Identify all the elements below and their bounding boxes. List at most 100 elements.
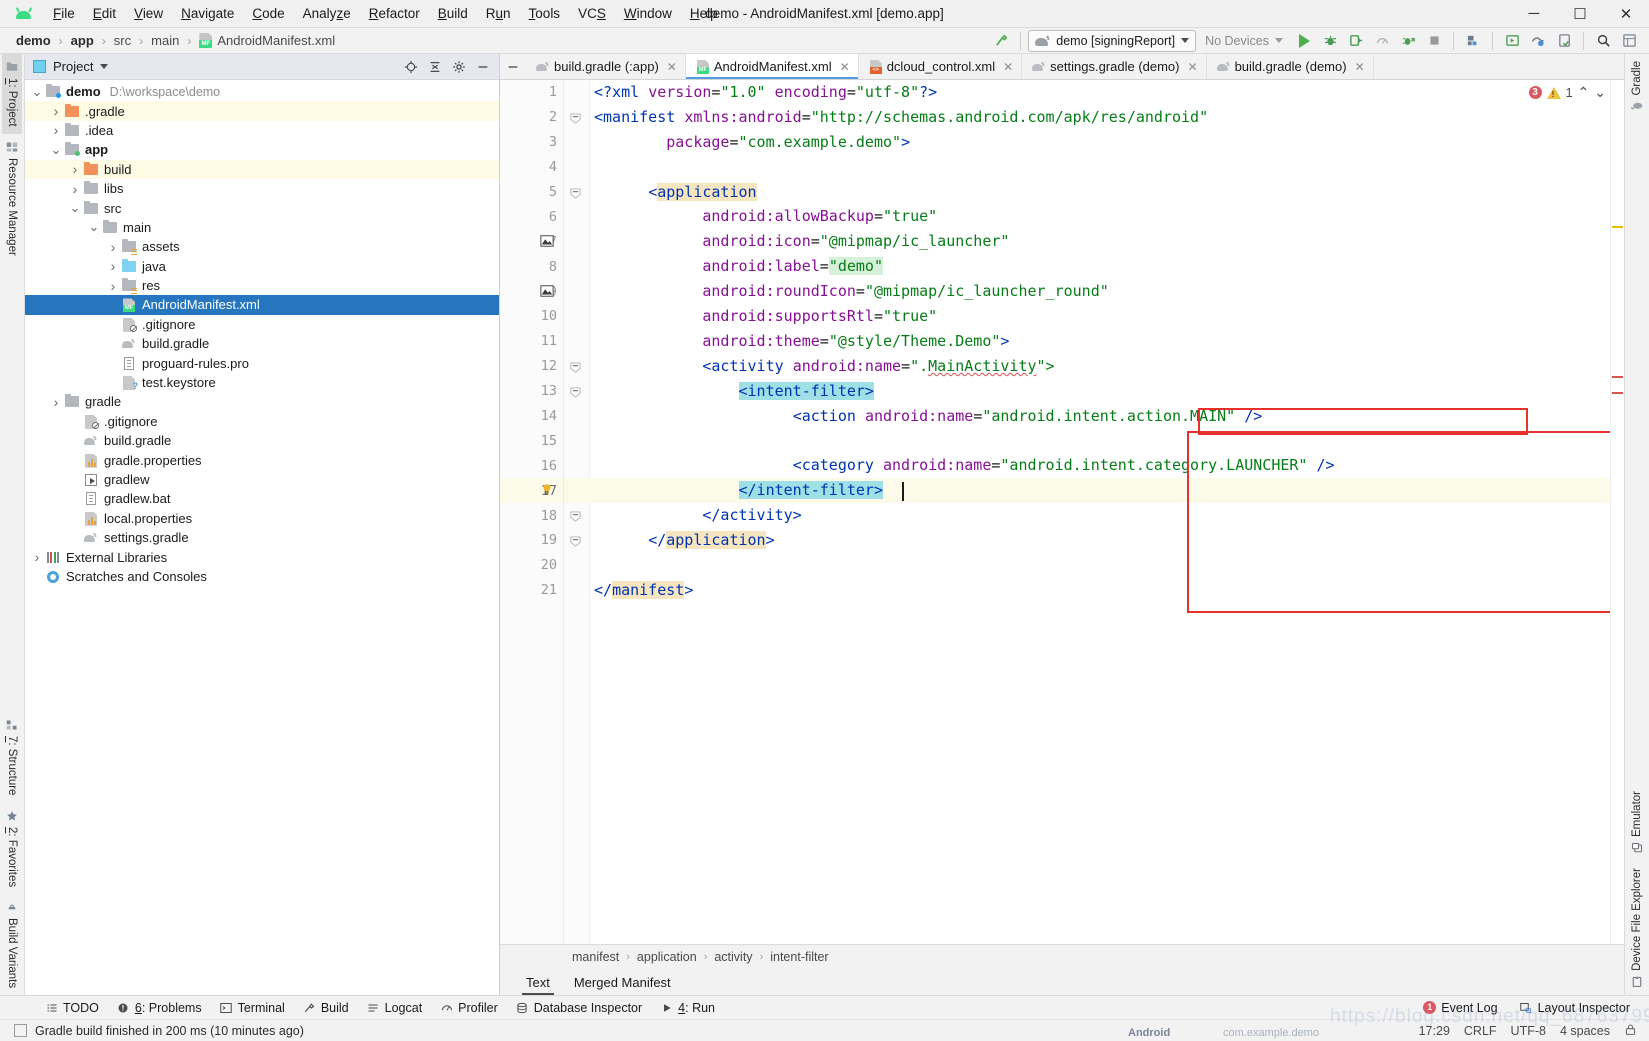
bottom-tool-database-inspector[interactable]: Database Inspector — [507, 998, 651, 1018]
tree-node-src[interactable]: ⌄ src — [25, 198, 499, 217]
menu-code[interactable]: Code — [243, 2, 293, 25]
tree-node--gitignore[interactable]: .gitignore — [25, 412, 499, 431]
code-line-10[interactable]: android:supportsRtl="true" — [564, 304, 1610, 329]
menu-analyze[interactable]: Analyze — [294, 2, 360, 25]
code-line-16[interactable]: <category android:name="android.intent.c… — [564, 453, 1610, 478]
inspection-widget[interactable]: 3 3 1 ⌃ ⌄ — [1528, 84, 1606, 101]
tree-node-demo[interactable]: ⌄ demo D:\workspace\demo — [25, 82, 499, 101]
profile-button[interactable] — [1370, 30, 1394, 52]
breadcrumb-item-src[interactable]: src — [112, 33, 133, 48]
avd-manager-button[interactable] — [1500, 30, 1524, 52]
maximize-button[interactable]: ☐ — [1557, 0, 1603, 28]
run-button[interactable] — [1292, 30, 1316, 52]
search-button[interactable] — [1591, 30, 1615, 52]
file-encoding[interactable]: UTF-8 — [1511, 1024, 1546, 1038]
device-selector[interactable]: No Devices — [1198, 30, 1290, 52]
line-number-1[interactable]: 1 — [500, 80, 563, 105]
menu-refactor[interactable]: Refactor — [360, 2, 429, 25]
xml-breadcrumb-application[interactable]: application — [637, 950, 697, 964]
editor-view-tab-merged-manifest[interactable]: Merged Manifest — [562, 969, 683, 995]
chevron-right-icon[interactable]: › — [105, 278, 121, 294]
chevron-down-icon[interactable]: ⌄ — [29, 85, 45, 98]
code-line-1[interactable]: <?xml version="1.0" encoding="utf-8"?> — [564, 80, 1610, 105]
bottom-tool-4-run[interactable]: 4: Run — [651, 998, 724, 1018]
menu-edit[interactable]: Edit — [84, 2, 125, 25]
chevron-right-icon[interactable]: › — [48, 122, 64, 138]
tool-window-tab-gradle[interactable]: Gradle — [1627, 54, 1647, 120]
line-number-3[interactable]: 3 — [500, 130, 563, 155]
code-line-20[interactable] — [564, 553, 1610, 578]
breadcrumb-item-demo[interactable]: demo — [14, 33, 53, 48]
locate-icon[interactable] — [401, 57, 421, 77]
editor-tab-settings-gradle-demo-[interactable]: settings.gradle (demo) ✕ — [1022, 54, 1207, 79]
line-separator[interactable]: CRLF — [1464, 1024, 1497, 1038]
line-number-7[interactable]: 7 — [500, 229, 563, 254]
line-number-16[interactable]: 16 — [500, 453, 563, 478]
tree-node-java[interactable]: › java — [25, 257, 499, 276]
line-number-15[interactable]: 15 — [500, 428, 563, 453]
tree-node-settings-gradle[interactable]: settings.gradle — [25, 528, 499, 547]
code-line-9[interactable]: android:roundIcon="@mipmap/ic_launcher_r… — [564, 279, 1610, 304]
line-number-5[interactable]: 5 — [500, 180, 563, 205]
line-number-6[interactable]: 6 — [500, 204, 563, 229]
chevron-down-icon[interactable]: ⌄ — [86, 220, 102, 233]
chevron-right-icon[interactable]: › — [105, 239, 121, 255]
breadcrumb-item-app[interactable]: app — [69, 33, 96, 48]
editor-tab-dcloud-control-xml[interactable]: <> dcloud_control.xml ✕ — [858, 54, 1023, 79]
close-tab-icon[interactable]: ✕ — [1188, 60, 1198, 74]
line-number-12[interactable]: 12 — [500, 354, 563, 379]
menu-window[interactable]: Window — [615, 2, 681, 25]
bottom-tool-profiler[interactable]: Profiler — [431, 998, 507, 1018]
hide-icon[interactable] — [473, 57, 493, 77]
tree-node--idea[interactable]: › .idea — [25, 121, 499, 140]
debug-button[interactable] — [1318, 30, 1342, 52]
code-line-7[interactable]: android:icon="@mipmap/ic_launcher" — [564, 229, 1610, 254]
bottom-tool-6-problems[interactable]: 6: Problems — [108, 998, 211, 1018]
code-line-19[interactable]: </application> — [564, 528, 1610, 553]
chevron-right-icon[interactable]: › — [105, 258, 121, 274]
lock-icon[interactable] — [1624, 1023, 1637, 1039]
run-configuration-selector[interactable]: demo [signingReport] — [1028, 29, 1197, 52]
tool-window-tab-emulator[interactable]: Emulator — [1627, 784, 1647, 861]
previous-problem-icon[interactable]: ⌃ — [1578, 84, 1590, 101]
sync-project-button[interactable] — [1526, 30, 1550, 52]
line-number-13[interactable]: 13 — [500, 379, 563, 404]
line-number-21[interactable]: 21 — [500, 578, 563, 603]
breadcrumb-item-main[interactable]: main — [149, 33, 181, 48]
close-tab-icon[interactable]: ✕ — [1003, 60, 1013, 74]
code-line-18[interactable]: </activity> — [564, 503, 1610, 528]
next-problem-icon[interactable]: ⌄ — [1594, 84, 1606, 101]
minimize-button[interactable]: ─ — [1511, 0, 1557, 28]
line-number-18[interactable]: 18 — [500, 503, 563, 528]
stop-button[interactable] — [1422, 30, 1446, 52]
chevron-down-icon[interactable]: ⌄ — [48, 143, 64, 156]
xml-breadcrumb-intent-filter[interactable]: intent-filter — [770, 950, 828, 964]
code-line-21[interactable]: </manifest> — [564, 578, 1610, 603]
code-content[interactable]: <?xml version="1.0" encoding="utf-8"?> <m… — [564, 80, 1610, 944]
bottom-tool-event-log[interactable]: 1 Event Log — [1414, 998, 1506, 1018]
code-line-12[interactable]: <activity android:name=".MainActivity"> — [564, 354, 1610, 379]
attach-debugger-button[interactable] — [1344, 30, 1368, 52]
code-line-15[interactable] — [564, 428, 1610, 453]
line-number-17[interactable]: 17 — [500, 478, 563, 504]
resource-preview-icon[interactable] — [540, 234, 554, 251]
line-number-19[interactable]: 19 — [500, 528, 563, 553]
tree-node-app[interactable]: ⌄ app — [25, 140, 499, 159]
menu-tools[interactable]: Tools — [520, 2, 570, 25]
chevron-right-icon[interactable]: › — [48, 394, 64, 410]
code-line-13[interactable]: <intent-filter> — [564, 379, 1610, 404]
line-number-14[interactable]: 14 — [500, 404, 563, 429]
device-file-explorer-button[interactable] — [1552, 30, 1576, 52]
bottom-tool-build[interactable]: Build — [294, 998, 358, 1018]
menu-file[interactable]: File — [44, 2, 84, 25]
line-number-11[interactable]: 11 — [500, 329, 563, 354]
tree-node-proguard-rules-pro[interactable]: proguard-rules.pro — [25, 353, 499, 372]
menu-navigate[interactable]: Navigate — [172, 2, 243, 25]
tree-node-build-gradle[interactable]: build.gradle — [25, 431, 499, 450]
sdk-manager-button[interactable] — [1461, 30, 1485, 52]
tree-node-build-gradle[interactable]: build.gradle — [25, 334, 499, 353]
bottom-tool-todo[interactable]: TODO — [36, 998, 108, 1018]
tree-node-gradle-properties[interactable]: gradle.properties — [25, 450, 499, 469]
code-line-2[interactable]: <manifest xmlns:android="http://schemas.… — [564, 105, 1610, 130]
chevron-right-icon[interactable]: › — [29, 549, 45, 565]
